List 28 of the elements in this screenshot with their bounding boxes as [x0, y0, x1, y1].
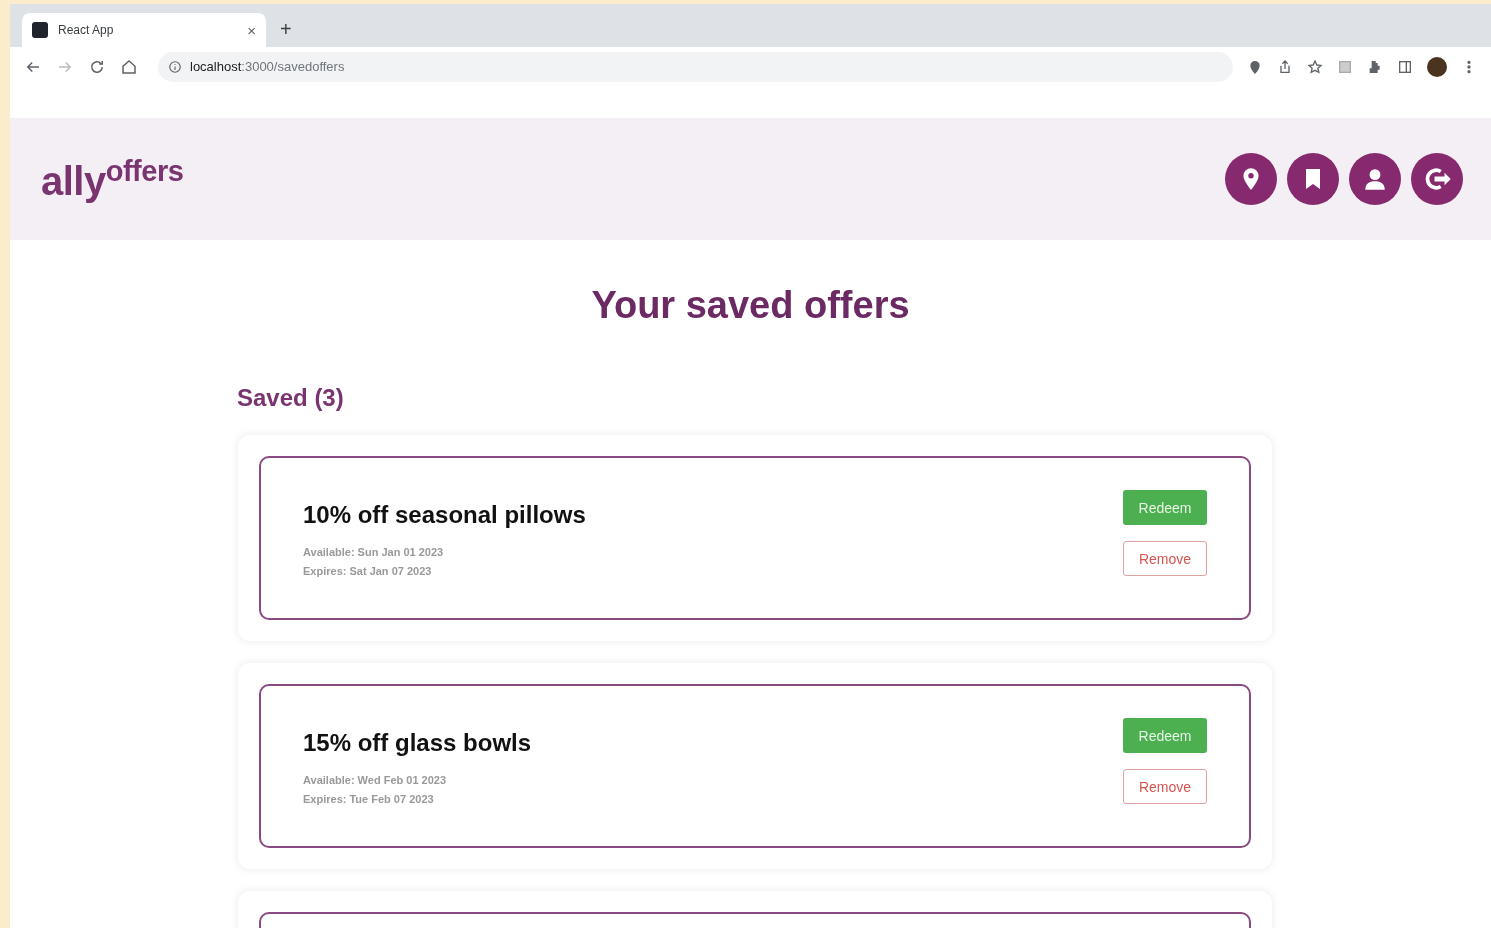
remove-button[interactable]: Remove	[1123, 541, 1207, 576]
share-icon[interactable]	[1277, 58, 1293, 75]
expiry-date: Expires: Sat Jan 07 2023	[303, 564, 433, 579]
bookmark-icon[interactable]	[1287, 153, 1339, 205]
available-date: Available: Sun Jan 01 2023	[303, 545, 445, 560]
tab-close-button[interactable]: ×	[247, 21, 256, 39]
location-pin-icon[interactable]	[1247, 58, 1263, 75]
saved-count-heading: Saved (3)	[237, 384, 344, 412]
address-bar[interactable]: localhost:3000/savedoffers	[158, 51, 1233, 82]
favicon-icon	[32, 22, 48, 38]
expiry-date: Expires: Tue Feb 07 2023	[303, 792, 435, 807]
location-pin-icon[interactable]	[1225, 153, 1277, 205]
offer-title: 10% off seasonal pillows	[303, 501, 587, 529]
remove-button[interactable]: Remove	[1123, 769, 1207, 804]
profile-avatar[interactable]	[1427, 56, 1447, 77]
logo[interactable]: ally$^{offers}$	[41, 154, 184, 204]
new-tab-button[interactable]: +	[280, 18, 292, 41]
offer-title: 15% off glass bowls	[303, 729, 533, 757]
browser-tab[interactable]: React App ×	[22, 13, 266, 47]
home-icon[interactable]	[120, 57, 138, 76]
info-icon	[168, 59, 182, 74]
user-icon[interactable]	[1349, 153, 1401, 205]
tab-title: React App	[58, 23, 115, 37]
page-title: Your saved offers	[590, 284, 911, 328]
side-panel-icon[interactable]	[1397, 58, 1413, 75]
available-date: Available: Wed Feb 01 2023	[303, 773, 448, 788]
star-icon[interactable]	[1307, 58, 1323, 75]
logout-icon[interactable]	[1411, 153, 1463, 205]
